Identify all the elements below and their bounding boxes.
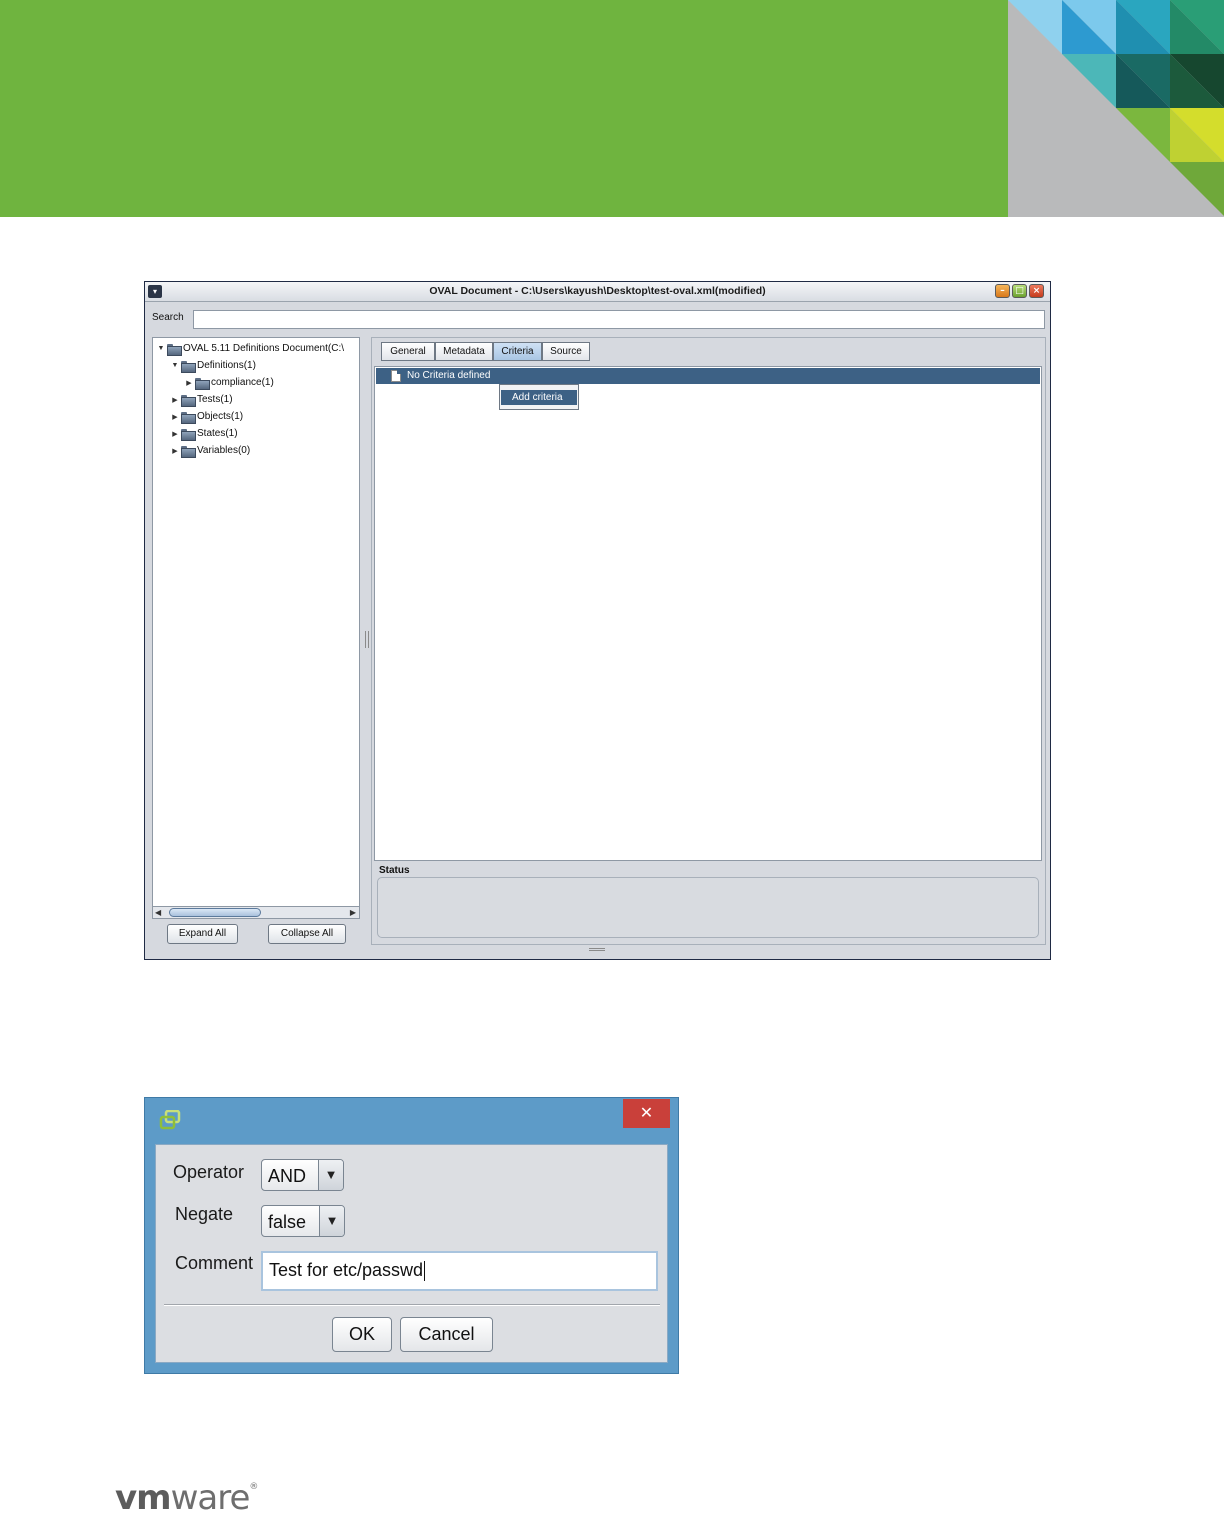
collapsed-arrow-icon[interactable]: ▶ bbox=[170, 447, 180, 455]
scroll-left-icon[interactable]: ◀ bbox=[155, 908, 161, 917]
tree-item-definitions[interactable]: ▼ Definitions(1) bbox=[170, 358, 256, 373]
operator-value: AND bbox=[268, 1166, 307, 1186]
criteria-tree[interactable]: No Criteria defined bbox=[374, 366, 1042, 861]
close-window-button[interactable]: × bbox=[1029, 284, 1044, 298]
context-menu: Add criteria bbox=[499, 384, 579, 410]
decorative-triangles bbox=[1008, 0, 1224, 217]
maximize-button[interactable]: □ bbox=[1012, 284, 1027, 298]
dialog-separator bbox=[164, 1304, 660, 1306]
app-icon bbox=[159, 1110, 181, 1130]
tab-metadata[interactable]: Metadata bbox=[435, 342, 493, 361]
tree-item-label: Variables(0) bbox=[197, 445, 251, 456]
cancel-button[interactable]: Cancel bbox=[400, 1317, 493, 1352]
tree-item-tests[interactable]: ▶ Tests(1) bbox=[170, 392, 233, 407]
negate-select[interactable]: false ▼ bbox=[261, 1205, 345, 1237]
search-input[interactable] bbox=[193, 310, 1045, 329]
add-criteria-menu-item[interactable]: Add criteria bbox=[501, 390, 577, 405]
comment-value: Test for etc/passwd bbox=[269, 1260, 424, 1280]
folder-icon bbox=[181, 411, 196, 424]
dropdown-arrow-icon[interactable]: ▼ bbox=[319, 1206, 344, 1236]
tree-item-label: OVAL 5.11 Definitions Document(C:\ bbox=[183, 343, 344, 354]
folder-icon bbox=[167, 343, 182, 356]
status-area bbox=[377, 877, 1039, 938]
collapse-all-button[interactable]: Collapse All bbox=[268, 924, 346, 944]
comment-field[interactable]: Test for etc/passwd bbox=[261, 1251, 658, 1291]
tab-criteria[interactable]: Criteria bbox=[493, 342, 542, 361]
operator-label: Operator bbox=[173, 1162, 245, 1182]
search-label: Search bbox=[152, 312, 184, 323]
tree-item-label: Objects(1) bbox=[197, 411, 244, 422]
minimize-button[interactable]: – bbox=[995, 284, 1010, 298]
tree-item-root[interactable]: ▼ OVAL 5.11 Definitions Document(C:\ bbox=[156, 341, 344, 356]
tree-item-variables[interactable]: ▶ Variables(0) bbox=[170, 443, 250, 458]
tab-general[interactable]: General bbox=[381, 342, 435, 361]
text-caret bbox=[424, 1261, 426, 1282]
collapsed-arrow-icon[interactable]: ▶ bbox=[170, 396, 180, 404]
tree-item-label: Tests(1) bbox=[197, 394, 233, 405]
dialog-close-button[interactable]: ✕ bbox=[623, 1099, 670, 1128]
expand-all-button[interactable]: Expand All bbox=[167, 924, 238, 944]
folder-icon bbox=[181, 445, 196, 458]
scroll-right-icon[interactable]: ▶ bbox=[350, 908, 356, 917]
criteria-dialog: ✕ Operator AND ▼ Negate false ▼ Comment … bbox=[144, 1097, 679, 1374]
criteria-row-selected[interactable]: No Criteria defined bbox=[376, 368, 1040, 384]
dropdown-arrow-icon[interactable]: ▼ bbox=[318, 1160, 343, 1190]
tab-source[interactable]: Source bbox=[542, 342, 590, 361]
folder-icon bbox=[181, 360, 196, 373]
window-titlebar[interactable]: ▾ OVAL Document - C:\Users\kayush\Deskto… bbox=[145, 282, 1050, 302]
folder-icon bbox=[181, 428, 196, 441]
oval-document-window: ▾ OVAL Document - C:\Users\kayush\Deskto… bbox=[144, 281, 1051, 960]
tree-item-objects[interactable]: ▶ Objects(1) bbox=[170, 409, 243, 424]
operator-select[interactable]: AND ▼ bbox=[261, 1159, 344, 1191]
expanded-arrow-icon[interactable]: ▼ bbox=[156, 345, 166, 352]
comment-label: Comment bbox=[175, 1253, 254, 1273]
folder-icon bbox=[195, 377, 210, 390]
ok-button[interactable]: OK bbox=[332, 1317, 392, 1352]
tree-item-states[interactable]: ▶ States(1) bbox=[170, 426, 238, 441]
expanded-arrow-icon[interactable]: ▼ bbox=[170, 362, 180, 369]
tree-item-label: States(1) bbox=[197, 428, 238, 439]
logo-vm: vm bbox=[115, 1478, 172, 1518]
window-title: OVAL Document - C:\Users\kayush\Desktop\… bbox=[429, 285, 766, 297]
document-icon bbox=[391, 370, 401, 382]
vmware-logo: vmware® bbox=[115, 1478, 258, 1518]
criteria-row-label: No Criteria defined bbox=[407, 370, 491, 381]
negate-label: Negate bbox=[175, 1204, 234, 1224]
logo-ware: ware bbox=[170, 1478, 251, 1518]
tree-item-compliance[interactable]: ▶ compliance(1) bbox=[184, 375, 274, 390]
tree-item-label: Definitions(1) bbox=[197, 360, 256, 371]
bottom-grip-icon[interactable] bbox=[589, 948, 605, 951]
scrollbar-thumb[interactable] bbox=[169, 908, 261, 917]
collapsed-arrow-icon[interactable]: ▶ bbox=[170, 413, 180, 421]
collapsed-arrow-icon[interactable]: ▶ bbox=[170, 430, 180, 438]
collapsed-arrow-icon[interactable]: ▶ bbox=[184, 379, 194, 387]
folder-icon bbox=[181, 394, 196, 407]
page-header-banner bbox=[0, 0, 1224, 217]
tree-horizontal-scrollbar[interactable]: ◀ ▶ bbox=[152, 906, 360, 919]
dialog-body: Operator AND ▼ Negate false ▼ Comment Te… bbox=[155, 1144, 668, 1363]
splitter-grip-icon[interactable] bbox=[365, 631, 369, 648]
negate-value: false bbox=[268, 1212, 307, 1232]
document-tree[interactable]: ▼ OVAL 5.11 Definitions Document(C:\ ▼ D… bbox=[152, 337, 360, 919]
tree-item-label: compliance(1) bbox=[211, 377, 274, 388]
registered-mark: ® bbox=[249, 1482, 258, 1492]
status-label: Status bbox=[379, 865, 410, 876]
